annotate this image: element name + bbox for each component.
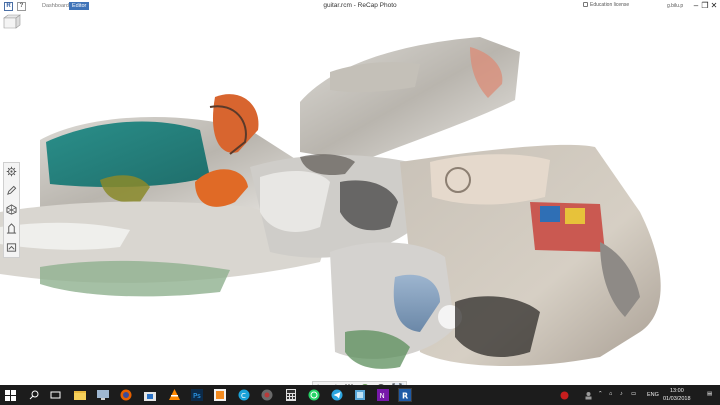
telegram-icon[interactable]: [330, 388, 344, 402]
firefox-icon[interactable]: [119, 388, 133, 402]
people-tray-icon[interactable]: [581, 388, 595, 402]
mesh-guitar-headstock-area: [430, 154, 550, 205]
left-tool-rail: [3, 162, 20, 258]
volume-icon[interactable]: ♪: [620, 391, 623, 397]
svg-text:Ps: Ps: [193, 392, 201, 400]
view-cube-icon[interactable]: [0, 12, 22, 32]
license-indicator[interactable]: Education license: [583, 2, 629, 8]
show-hidden-icons-icon[interactable]: ⌃: [598, 391, 603, 397]
title-bar: R ? Dashboard Editor guitar.rcm - ReCap …: [0, 0, 720, 12]
svg-text:C: C: [241, 392, 246, 400]
language-indicator[interactable]: ENG: [647, 392, 659, 398]
license-icon: [583, 2, 588, 8]
close-icon[interactable]: ✕: [710, 1, 718, 10]
start-icon[interactable]: [3, 388, 17, 402]
clock-time[interactable]: 13:00: [670, 388, 684, 394]
mesh-paper-patch: [260, 170, 330, 232]
ccleaner-icon[interactable]: C: [237, 388, 251, 402]
store-icon[interactable]: [143, 388, 157, 402]
blender-icon[interactable]: [213, 388, 227, 402]
svg-text:N: N: [380, 392, 385, 400]
desktop-icon[interactable]: [96, 388, 110, 402]
search-icon[interactable]: [27, 388, 41, 402]
settings-icon[interactable]: [6, 166, 18, 178]
3d-viewport[interactable]: [0, 12, 720, 396]
media-icon[interactable]: [260, 388, 274, 402]
notes-icon[interactable]: [353, 388, 367, 402]
user-account[interactable]: g.bilu.p: [667, 3, 683, 9]
calculator-icon[interactable]: [284, 388, 298, 402]
mesh-green-patch: [40, 260, 230, 297]
mesh-dark-lower: [455, 296, 540, 357]
mesh-icon[interactable]: [6, 204, 18, 216]
photoshop-icon[interactable]: Ps: [190, 388, 204, 402]
onenote-icon[interactable]: N: [376, 388, 390, 402]
pencil-icon[interactable]: [6, 185, 18, 197]
notifications-icon[interactable]: ▤: [707, 391, 712, 397]
mesh-yellow-square: [565, 208, 585, 224]
license-label: Education license: [590, 2, 630, 8]
whatsapp-icon[interactable]: [307, 388, 321, 402]
vlc-icon[interactable]: [167, 388, 181, 402]
guitar-mesh-render[interactable]: [0, 12, 720, 385]
network-icon[interactable]: ⌂: [609, 391, 612, 397]
task-view-icon[interactable]: [48, 388, 62, 402]
clock-date[interactable]: 01/03/2018: [663, 396, 691, 402]
mesh-blue-square: [540, 206, 560, 222]
windows-taskbar: Ps C N R ⌃ ⌂ ♪ ▭ ENG 13:00 01/03/2018 ▤: [0, 385, 720, 405]
mesh-upper-detail: [330, 62, 420, 93]
svg-text:R: R: [402, 392, 408, 401]
file-explorer-icon[interactable]: [73, 388, 87, 402]
antivirus-tray-icon[interactable]: [557, 388, 571, 402]
recap-icon[interactable]: R: [398, 388, 412, 402]
export-icon[interactable]: [6, 242, 18, 254]
recap-photo-window: R ? Dashboard Editor guitar.rcm - ReCap …: [0, 0, 720, 405]
minimize-icon[interactable]: –: [692, 1, 700, 10]
battery-icon[interactable]: ▭: [631, 391, 636, 397]
measure-icon[interactable]: [6, 223, 18, 235]
restore-icon[interactable]: ❐: [701, 1, 709, 10]
